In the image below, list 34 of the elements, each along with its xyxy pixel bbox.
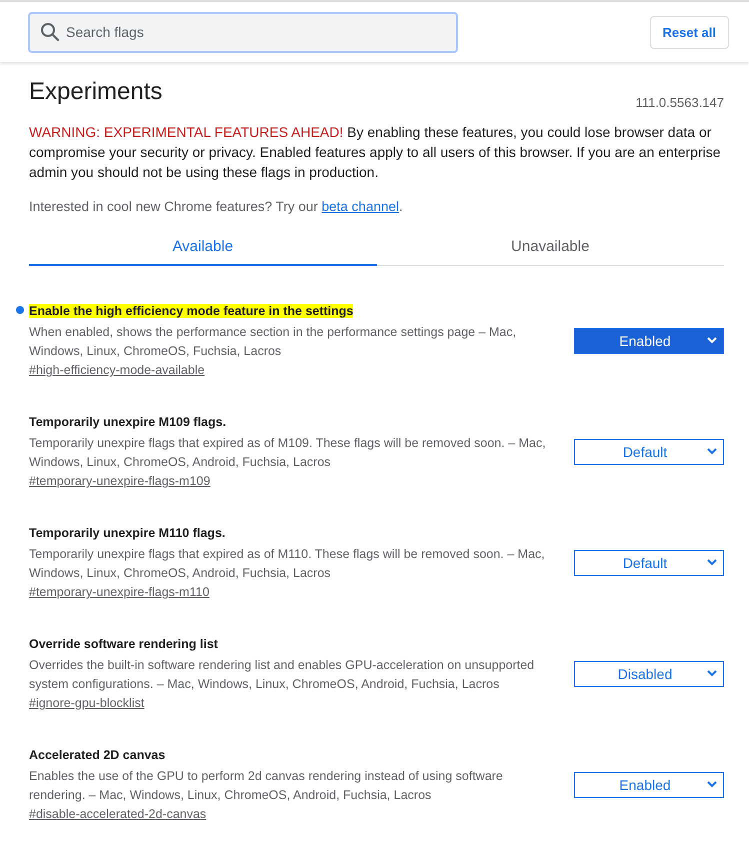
flag-dropdown[interactable]: Enabled	[574, 772, 724, 798]
flag-dropdown[interactable]: Disabled	[574, 660, 724, 686]
flag-description: Enables the use of the GPU to perform 2d canvas rendering instead of using software rendering. – Mac, Windows, Linux, ChromeOS, Android, Fuchsia, Lacros	[29, 768, 504, 804]
flag-dropdown[interactable]: Default	[574, 550, 724, 576]
page-title: Experiments	[29, 78, 162, 106]
tab[interactable]: Unavailable	[376, 228, 724, 266]
beta-channel-link[interactable]: beta channel	[322, 199, 399, 214]
reset-all-button[interactable]: Reset all	[650, 16, 729, 48]
chevron-icon	[707, 337, 717, 344]
flag-link[interactable]: #disable-accelerated-2d-canvas	[29, 807, 206, 821]
flag-title: Temporarily unexpire M109 flags.	[29, 415, 226, 429]
tab[interactable]: Available	[29, 228, 376, 266]
flag-description: Temporarily unexpire flags that expired as of M110. These flags will be removed soon. – Mac, Windows, Linux, ChromeOS, Android, Fuchsia, Lacros	[29, 546, 546, 582]
flag-title: Enable the high efficiency mode feature in the settings	[29, 304, 354, 318]
chevron-icon	[707, 448, 717, 455]
search-field[interactable]: Search flags	[28, 12, 458, 52]
flag-link[interactable]: #high-efficiency-mode-available	[29, 363, 205, 377]
flag-description: When enabled, shows the performance section in the performance settings page – Mac, Windows, Linux, ChromeOS, Fuchsia, Lacros	[29, 324, 518, 360]
flag-description: Temporarily unexpire flags that expired as of M109. These flags will be removed soon. – Mac, Windows, Linux, ChromeOS, Android, Fuchsia, Lacros	[29, 435, 547, 471]
flag-title: Override software rendering list	[29, 637, 218, 651]
flag-dropdown[interactable]: Enabled	[574, 328, 724, 354]
flag-link[interactable]: #temporary-unexpire-flags-m109	[29, 474, 210, 488]
flag-link[interactable]: #ignore-gpu-blocklist	[29, 696, 144, 710]
warning-text: WARNING: EXPERIMENTAL FEATURES AHEAD! By enabling these features, you could lose browser data or compromise your security or privacy. Enabled features apply to all users of this browser. If you are an enterprise admin you should not be using these flags in production.	[29, 123, 722, 182]
chevron-icon	[707, 781, 717, 788]
flag-title: Temporarily unexpire M110 flags.	[29, 526, 226, 540]
flag-link[interactable]: #temporary-unexpire-flags-m110	[29, 585, 210, 599]
flag-description: Overrides the built-in software rendering list and enables GPU-acceleration on unsupported system configurations. – Mac, Windows, Linux, ChromeOS, Android, Fuchsia, Lacros	[29, 657, 536, 693]
flag-title: Accelerated 2D canvas	[29, 748, 166, 762]
chevron-icon	[707, 670, 717, 677]
flag-dropdown[interactable]: Default	[574, 438, 724, 464]
promo-text: Interested in cool new Chrome features? Try our beta channel.	[29, 199, 404, 214]
version-number: 111.0.5563.147	[636, 95, 724, 110]
chevron-icon	[707, 559, 717, 566]
